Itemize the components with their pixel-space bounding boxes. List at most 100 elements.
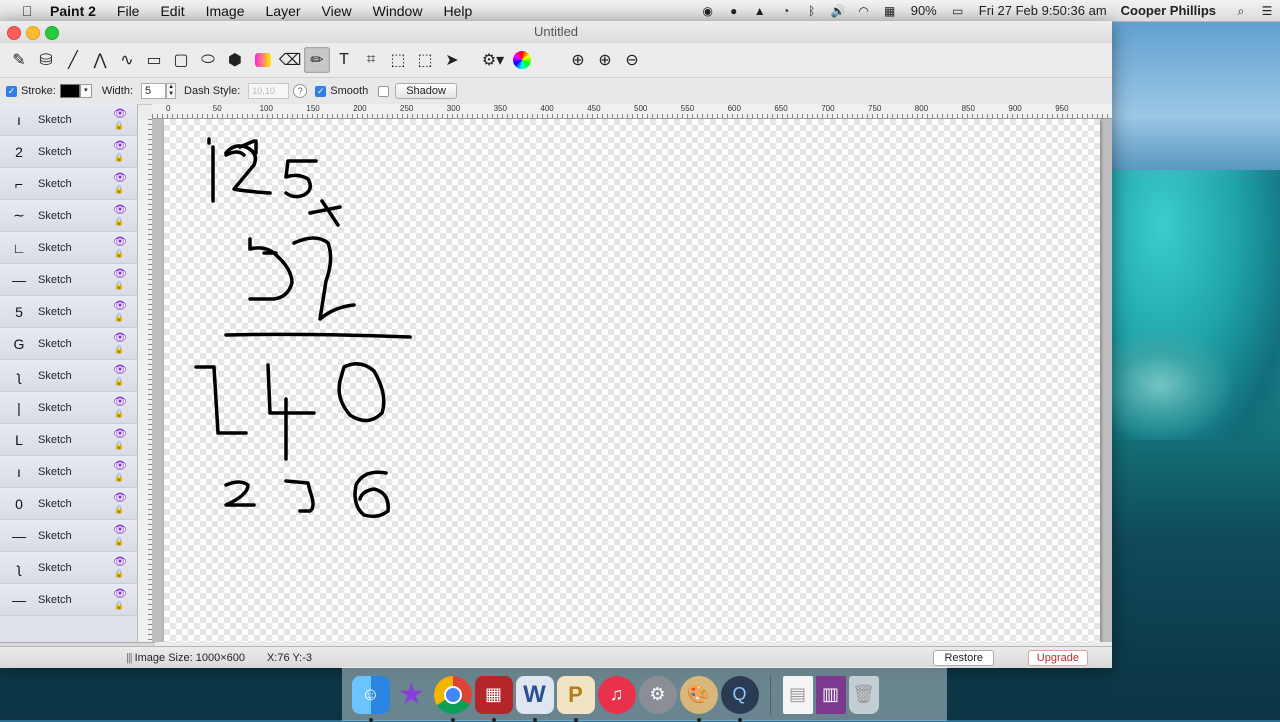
app-menu[interactable]: Paint 2 bbox=[50, 3, 96, 19]
lock-icon[interactable]: 🔒 bbox=[114, 313, 124, 322]
menu-edit[interactable]: Edit bbox=[160, 3, 184, 19]
help-icon[interactable]: ? bbox=[293, 84, 308, 98]
layer-row[interactable]: ı Sketch 👁 🔒 bbox=[0, 104, 137, 136]
lock-icon[interactable]: 🔒 bbox=[114, 601, 124, 610]
paint-bucket-icon[interactable]: ⛁ bbox=[33, 47, 59, 73]
visibility-eye-icon[interactable]: 👁 bbox=[113, 395, 127, 408]
volume-icon[interactable]: 🔊 bbox=[831, 4, 846, 18]
line-tool-icon[interactable]: ╱ bbox=[60, 47, 86, 73]
shadow-checkbox[interactable] bbox=[378, 85, 390, 97]
color-picker-icon[interactable] bbox=[513, 51, 531, 69]
layer-row[interactable]: ʅ Sketch 👁 🔒 bbox=[0, 552, 137, 584]
canvas-area[interactable] bbox=[152, 119, 1112, 642]
visibility-eye-icon[interactable]: 👁 bbox=[113, 491, 127, 504]
layer-row[interactable]: — Sketch 👁 🔒 bbox=[0, 264, 137, 296]
gradient-tool-icon[interactable] bbox=[255, 53, 271, 67]
visibility-eye-icon[interactable]: 👁 bbox=[113, 363, 127, 376]
menu-file[interactable]: File bbox=[117, 3, 140, 19]
ellipse-tool-icon[interactable]: ⬭ bbox=[195, 47, 221, 73]
pointer-tool-icon[interactable]: ➤ bbox=[439, 47, 465, 73]
downloads-stack-icon[interactable]: ▥ bbox=[815, 675, 846, 714]
menu-window[interactable]: Window bbox=[373, 3, 423, 19]
zoom-fit-icon[interactable]: ⊕ bbox=[565, 47, 591, 73]
menu-view[interactable]: View bbox=[322, 3, 352, 19]
settings-gear-icon[interactable]: ⚙▾ bbox=[480, 47, 506, 73]
lock-icon[interactable]: 🔒 bbox=[114, 409, 124, 418]
lock-icon[interactable]: 🔒 bbox=[114, 537, 124, 546]
rectangle-tool-icon[interactable]: ▭ bbox=[141, 47, 167, 73]
itunes-icon[interactable]: ♫ bbox=[597, 675, 636, 714]
visibility-eye-icon[interactable]: 👁 bbox=[113, 555, 127, 568]
dash-style-input[interactable]: 10,10 bbox=[248, 83, 290, 99]
visibility-eye-icon[interactable]: 👁 bbox=[113, 459, 127, 472]
lock-icon[interactable]: 🔒 bbox=[114, 185, 124, 194]
lock-icon[interactable]: 🔒 bbox=[114, 153, 124, 162]
finder-icon[interactable]: ☺ bbox=[351, 675, 390, 722]
eyedropper-icon[interactable]: ✎ bbox=[6, 47, 32, 73]
layer-row[interactable]: — Sketch 👁 🔒 bbox=[0, 520, 137, 552]
user-name[interactable]: Cooper Phillips bbox=[1121, 3, 1216, 18]
visibility-eye-icon[interactable]: 👁 bbox=[113, 427, 127, 440]
lock-icon[interactable]: 🔒 bbox=[114, 505, 124, 514]
system-preferences-icon[interactable]: ⚙ bbox=[638, 675, 677, 714]
zoom-window-button[interactable] bbox=[45, 26, 59, 40]
shadow-button[interactable]: Shadow bbox=[395, 83, 457, 99]
clock[interactable]: Fri 27 Feb 9:50:36 am bbox=[979, 3, 1107, 18]
lock-icon[interactable]: 🔒 bbox=[114, 345, 124, 354]
layer-row[interactable]: 2 Sketch 👁 🔒 bbox=[0, 136, 137, 168]
apple-icon[interactable]:  bbox=[18, 3, 36, 19]
drive-icon[interactable]: ▲ bbox=[753, 4, 767, 18]
upgrade-button[interactable]: Upgrade bbox=[1027, 650, 1088, 666]
pages-app-icon[interactable]: P bbox=[556, 675, 595, 722]
polygon-tool-icon[interactable]: ⬢ bbox=[222, 47, 248, 73]
layer-row[interactable]: L Sketch 👁 🔒 bbox=[0, 424, 137, 456]
visibility-eye-icon[interactable]: 👁 bbox=[113, 107, 127, 120]
visibility-eye-icon[interactable]: 👁 bbox=[113, 235, 127, 248]
text-tool-icon[interactable]: T bbox=[331, 47, 357, 73]
minimize-window-button[interactable] bbox=[26, 26, 40, 40]
layer-row[interactable]: | Sketch 👁 🔒 bbox=[0, 392, 137, 424]
polyline-tool-icon[interactable]: ⋀ bbox=[87, 47, 113, 73]
layer-row[interactable]: ∟ Sketch 👁 🔒 bbox=[0, 232, 137, 264]
word-app-icon[interactable]: W bbox=[515, 675, 554, 722]
time-machine-icon[interactable]: ◔ bbox=[779, 4, 793, 18]
lock-icon[interactable]: 🔒 bbox=[114, 121, 124, 130]
visibility-eye-icon[interactable]: 👁 bbox=[113, 299, 127, 312]
imovie-star-icon[interactable]: ★ bbox=[393, 676, 431, 714]
magic-selection-icon[interactable]: ⬚ bbox=[412, 47, 438, 73]
close-window-button[interactable] bbox=[7, 26, 21, 40]
quicktime-icon[interactable]: Q bbox=[720, 675, 759, 722]
visibility-eye-icon[interactable]: 👁 bbox=[113, 139, 127, 152]
menu-layer[interactable]: Layer bbox=[266, 3, 301, 19]
screen-recorder-icon[interactable]: ● bbox=[727, 4, 741, 18]
stroke-checkbox[interactable]: ✓ bbox=[6, 85, 17, 97]
visibility-eye-icon[interactable]: 👁 bbox=[113, 587, 127, 600]
layer-row[interactable]: ı Sketch 👁 🔒 bbox=[0, 456, 137, 488]
layer-row[interactable]: 0 Sketch 👁 🔒 bbox=[0, 488, 137, 520]
stroke-dropdown-icon[interactable]: ▾ bbox=[79, 84, 92, 98]
resize-grip-icon[interactable]: ||| bbox=[126, 652, 133, 664]
menu-image[interactable]: Image bbox=[206, 3, 245, 19]
rounded-rect-tool-icon[interactable]: ▢ bbox=[168, 47, 194, 73]
zoom-in-icon[interactable]: ⊕ bbox=[592, 47, 618, 73]
lock-icon[interactable]: 🔒 bbox=[114, 249, 124, 258]
battery-icon[interactable]: ▭ bbox=[951, 4, 965, 18]
width-input[interactable]: 5 bbox=[141, 83, 167, 99]
chrome-icon[interactable] bbox=[433, 675, 472, 722]
lock-icon[interactable]: 🔒 bbox=[114, 377, 124, 386]
eraser-tool-icon[interactable]: ⌫ bbox=[277, 47, 303, 73]
visibility-eye-icon[interactable]: 👁 bbox=[113, 331, 127, 344]
input-flag-icon[interactable]: ▦ bbox=[883, 4, 897, 18]
drawing-canvas[interactable] bbox=[164, 119, 1100, 642]
paint-app-icon[interactable]: 🎨 bbox=[679, 675, 718, 722]
layer-row[interactable]: — Sketch 👁 🔒 bbox=[0, 584, 137, 616]
lock-icon[interactable]: 🔒 bbox=[114, 281, 124, 290]
notification-center-icon[interactable]: ☰ bbox=[1260, 4, 1274, 18]
layer-row[interactable]: ⌐ Sketch 👁 🔒 bbox=[0, 168, 137, 200]
lock-icon[interactable]: 🔒 bbox=[114, 473, 124, 482]
curve-tool-icon[interactable]: ∿ bbox=[114, 47, 140, 73]
crop-tool-icon[interactable]: ⌗ bbox=[358, 47, 384, 73]
lock-icon[interactable]: 🔒 bbox=[114, 441, 124, 450]
smooth-checkbox[interactable]: ✓ bbox=[315, 85, 327, 97]
layer-row[interactable]: ʅ Sketch 👁 🔒 bbox=[0, 360, 137, 392]
